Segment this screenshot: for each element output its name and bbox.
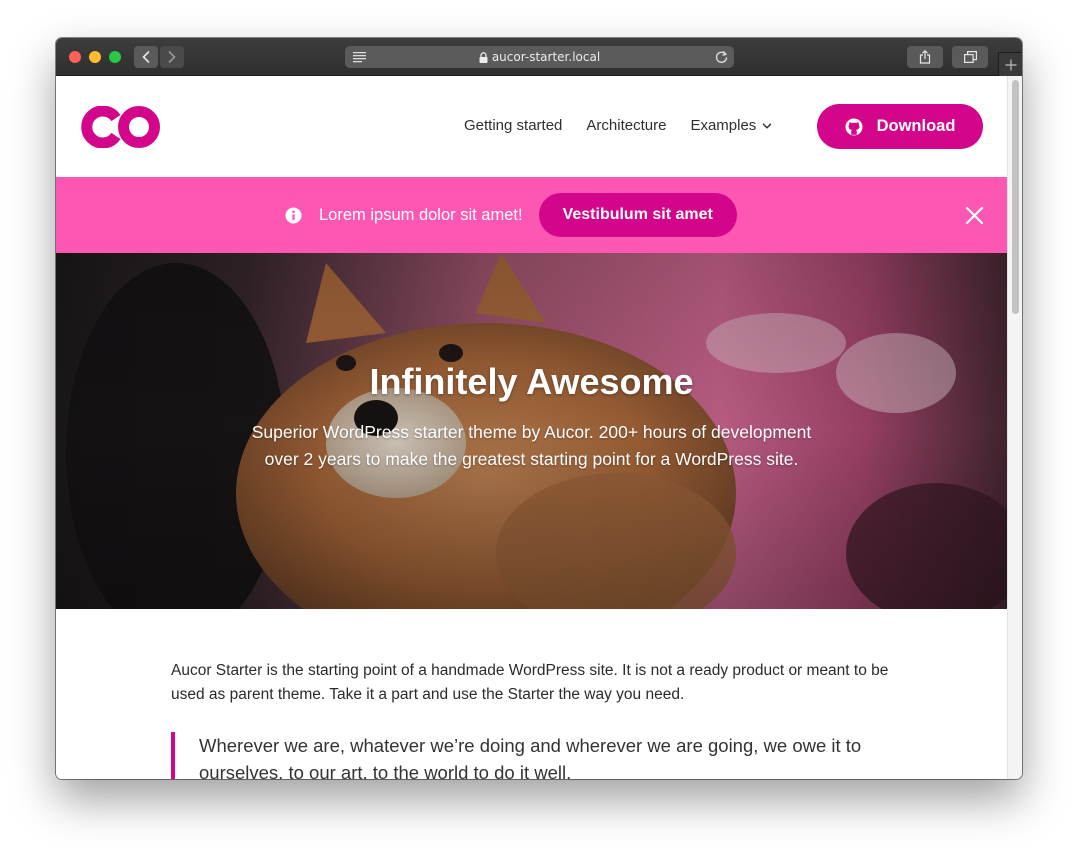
menu-item-examples-label: Examples [690,117,757,134]
back-button[interactable] [134,46,158,68]
primary-menu: Getting started Architecture Examples [464,117,772,134]
new-tab-button[interactable] [998,52,1022,76]
zoom-window-button[interactable] [109,51,121,63]
page-viewport: Getting started Architecture Examples Do… [56,76,1007,779]
address-bar[interactable]: aucor-starter.local [345,46,734,68]
share-button[interactable] [907,46,943,68]
scrollbar-thumb[interactable] [1012,80,1019,314]
download-button[interactable]: Download [817,104,983,149]
site-logo[interactable] [80,106,161,148]
hero: Infinitely Awesome Superior WordPress st… [56,253,1007,609]
chevron-right-icon [168,51,176,63]
notice-action-button[interactable]: Vestibulum sit amet [538,193,737,237]
github-icon [845,118,863,135]
site-header: Getting started Architecture Examples Do… [56,76,1007,177]
reader-mode-icon[interactable] [353,51,366,63]
minimize-window-button[interactable] [89,51,101,63]
lock-icon [479,51,488,63]
browser-toolbar: aucor-starter.local [56,38,1022,76]
show-tabs-button[interactable] [952,46,988,68]
main-content: Aucor Starter is the starting point of a… [171,659,893,779]
chevron-left-icon [142,51,150,63]
scrollbar[interactable] [1007,76,1022,779]
plus-icon [1005,59,1016,70]
info-icon [285,207,302,223]
url-text: aucor-starter.local [491,50,601,64]
notice-bar: Lorem ipsum dolor sit amet! Vestibulum s… [56,177,1007,253]
menu-item-architecture[interactable]: Architecture [586,117,666,134]
forward-button[interactable] [160,46,184,68]
tabs-icon [963,51,977,63]
close-icon[interactable] [965,206,984,225]
hero-lede: Superior WordPress starter theme by Auco… [251,422,812,469]
intro-paragraph: Aucor Starter is the starting point of a… [171,662,889,703]
browser-window: aucor-starter.local Getting started Arch… [56,38,1022,779]
menu-item-getting-started[interactable]: Getting started [464,117,562,134]
blockquote: Wherever we are, whatever we’re doing an… [171,732,893,779]
menu-item-examples[interactable]: Examples [690,117,772,134]
notice-text: Lorem ipsum dolor sit amet! [319,205,523,224]
hero-title: Infinitely Awesome [369,361,694,402]
download-button-label: Download [876,117,956,135]
share-icon [919,50,931,64]
close-window-button[interactable] [69,51,81,63]
chevron-down-icon[interactable] [762,121,772,131]
reload-icon[interactable] [715,50,728,64]
